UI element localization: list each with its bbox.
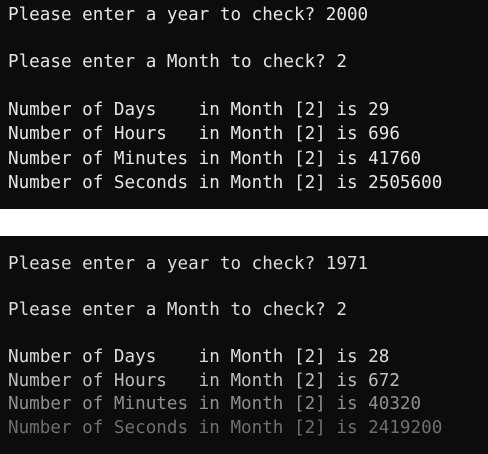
console-output-bottom: Please enter a year to check? 1971 Pleas… xyxy=(0,236,488,454)
console-line-hours: Number of Hours in Month [2] is 696 xyxy=(8,124,400,144)
console-line-seconds: Number of Seconds in Month [2] is 250560… xyxy=(8,173,443,193)
console-line-days: Number of Days in Month [2] is 29 xyxy=(8,100,390,120)
console-line-days: Number of Days in Month [2] is 28 xyxy=(8,347,390,367)
console-line-minutes: Number of Minutes in Month [2] is 41760 xyxy=(8,149,422,169)
console-line-year-prompt: Please enter a year to check? 2000 xyxy=(8,5,369,25)
console-line-minutes: Number of Minutes in Month [2] is 40320 xyxy=(8,394,422,414)
console-line-month-prompt: Please enter a Month to check? 2 xyxy=(8,52,347,72)
console-line-hours: Number of Hours in Month [2] is 672 xyxy=(8,371,400,391)
console-output-top: Please enter a year to check? 2000 Pleas… xyxy=(0,0,488,209)
console-line-year-prompt: Please enter a year to check? 1971 xyxy=(8,254,369,274)
console-line-seconds: Number of Seconds in Month [2] is 241920… xyxy=(8,418,443,438)
console-line-month-prompt: Please enter a Month to check? 2 xyxy=(8,300,347,320)
